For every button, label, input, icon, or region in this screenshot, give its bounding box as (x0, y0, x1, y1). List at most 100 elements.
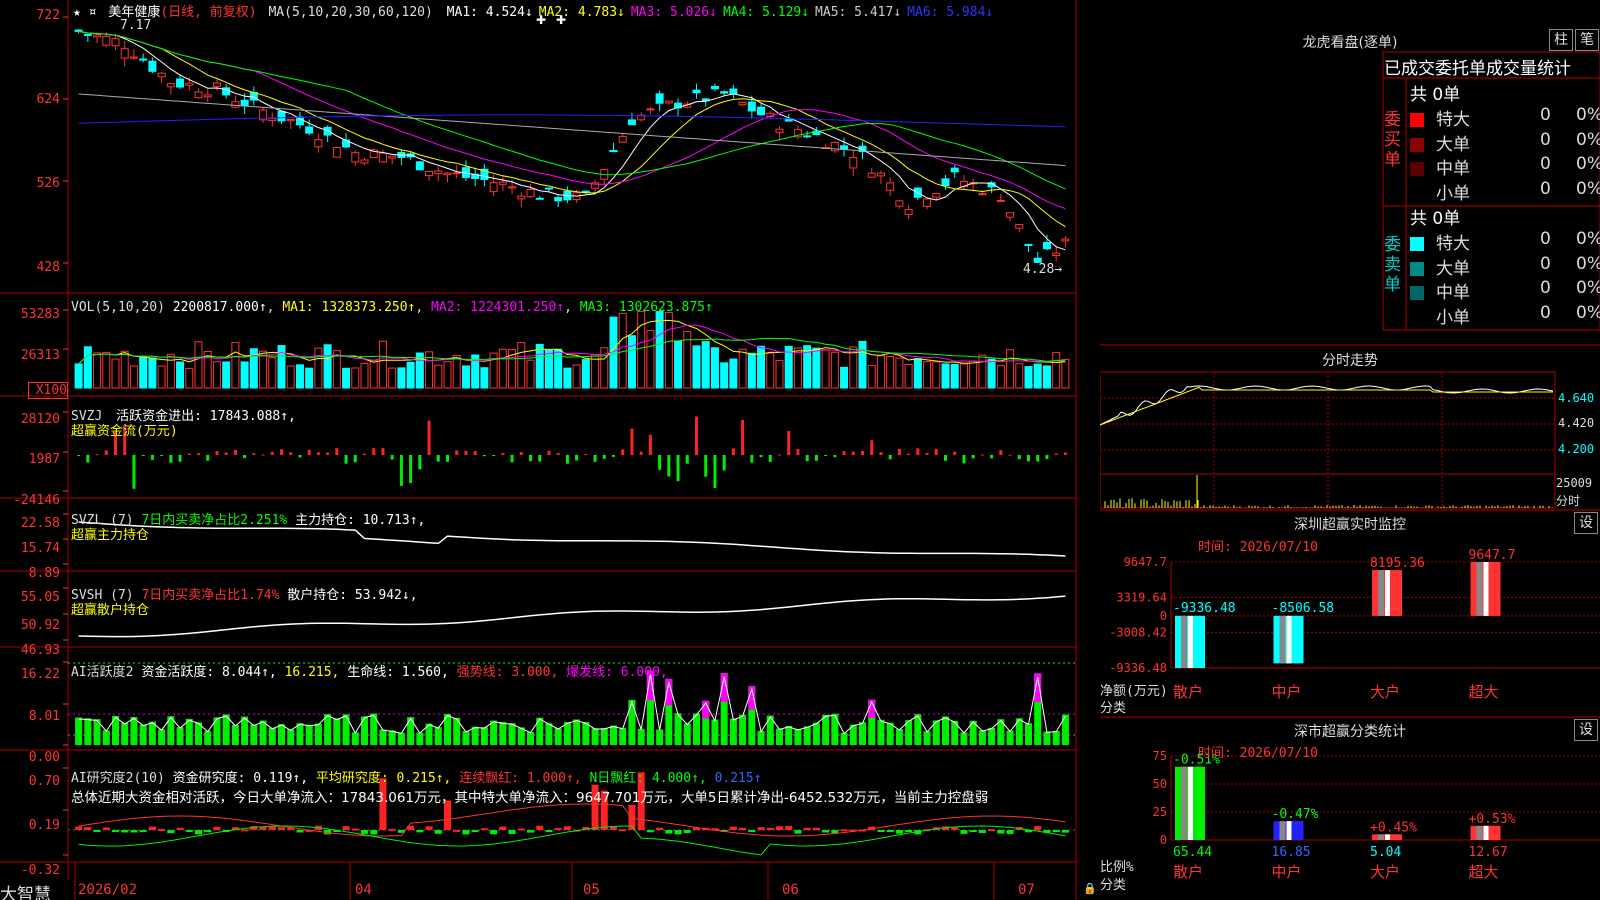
app-name[interactable]: 大智慧 (0, 880, 70, 900)
vol-bar (452, 355, 461, 389)
buy-row-qty: 0 (1540, 178, 1551, 199)
ai2-bar (840, 829, 848, 832)
vol-bar (268, 357, 277, 389)
svzj-bar (584, 453, 588, 455)
svzj-bar (335, 448, 339, 455)
sz-class-settings-button[interactable]: 设 (1574, 719, 1598, 741)
ai1-bar (757, 730, 765, 745)
candle-body (1061, 238, 1070, 242)
svzj-bar (621, 449, 625, 455)
vol-bar (867, 364, 876, 389)
buy-row-pct: 0% (1576, 129, 1600, 150)
ai1-bar (517, 727, 525, 745)
vol-bar (342, 367, 351, 389)
lhb-bar-button[interactable]: 柱 (1549, 29, 1573, 51)
ai2-bar (158, 829, 166, 832)
sz-monitor-axis-label: -3008.42 (1109, 626, 1167, 640)
ai2-title: AI研究度2(10) (71, 771, 165, 786)
vol-bar (498, 348, 507, 389)
ai2-bar (102, 827, 110, 830)
sz-monitor-category-label: 散户 (1173, 683, 1203, 701)
ai1-bar (591, 728, 599, 745)
kline-canvas[interactable]: ✚ ✚ (0, 0, 1100, 900)
ai2-bar (812, 827, 820, 830)
svzj-bar (1017, 455, 1021, 460)
candle-body (867, 172, 876, 178)
ai2-bar (619, 829, 627, 832)
date-label-2: 04 (355, 882, 372, 898)
vol-bar (692, 345, 701, 389)
svzj-bar (990, 455, 994, 459)
vol-bar (664, 311, 673, 389)
svzj-bar (824, 455, 828, 456)
ai2-bar (775, 826, 784, 830)
date-label-1: 2026/02 (78, 882, 138, 898)
ai2-bar (84, 827, 92, 830)
svzj-bar (741, 419, 745, 455)
svzj-bar (427, 420, 431, 455)
sz-monitor-axis-label: -9336.48 (1109, 661, 1167, 675)
sz-monitor-settings-button[interactable]: 设 (1574, 512, 1598, 534)
ai1-bar (1052, 730, 1060, 745)
svzj-bar (916, 448, 920, 455)
svzj-bar (704, 455, 708, 477)
ai1-bar (204, 731, 212, 745)
ai2-bar (176, 827, 184, 830)
ai1-bar (75, 717, 83, 745)
sz-monitor-bar-shade (1181, 615, 1187, 668)
candle-body (710, 85, 719, 90)
vol-bar (102, 351, 111, 389)
svzj-bar (381, 448, 385, 455)
lock-icon[interactable]: 🔒 (1083, 882, 1097, 895)
svzj-bar (925, 452, 929, 455)
vol-bar (766, 352, 775, 389)
svzj-bar (399, 455, 403, 486)
sz-monitor-bar-shade (1476, 562, 1483, 616)
vol-bar (148, 357, 157, 389)
sz-class-ylabel: 比例% (1100, 860, 1134, 875)
sz-class-change-label: +0.45% (1370, 820, 1417, 835)
ai1-bar (268, 727, 276, 745)
ai2-bar (351, 828, 359, 831)
svzj-bar (418, 455, 422, 470)
candle-body (489, 182, 498, 193)
ai2-bar (822, 830, 830, 833)
candle-body (1042, 241, 1051, 250)
ai2-bar (646, 830, 654, 833)
sz-monitor-bar-edge (1490, 562, 1497, 616)
sz-class-bar-hilite (1483, 825, 1489, 840)
date-label-4: 06 (782, 882, 799, 898)
vol-bar (830, 351, 839, 389)
vol-bar (535, 343, 544, 389)
sz-monitor-bar-hilite (1286, 615, 1292, 664)
lhb-tick-button[interactable]: 笔 (1575, 29, 1599, 51)
svzj-bar (1045, 455, 1049, 460)
ai1-header: AI活跃度2 资金活跃度: 8.044↑, 16.215, 生命线: 1.560… (71, 661, 668, 680)
ma-value-6: MA6: 5.984↓ (907, 5, 994, 20)
candle-body (895, 200, 904, 207)
sz-class-bar-1 (1175, 766, 1205, 840)
svzl-axis-2: 15.74 (20, 541, 60, 556)
ma-line-6 (78, 114, 1066, 128)
svzj-bar (307, 449, 311, 455)
ai2-bar (111, 830, 120, 832)
kline-area[interactable]: ✚ ✚ ★ ¤ 美年健康(日线, 前复权) MA(5,10,20,30,60,12… (0, 0, 1100, 900)
sz-class-category-label: 超大 (1469, 863, 1499, 881)
ai2-bar (388, 828, 396, 831)
svzl-axis-1: 22.58 (20, 516, 60, 531)
sz-class-value-label: 5.04 (1370, 845, 1401, 860)
ai1-bar (102, 730, 110, 745)
vol-bar (360, 363, 369, 389)
intraday-title: 分时走势 (1322, 353, 1378, 369)
svzj-bar (870, 440, 874, 455)
ai2-bar (121, 830, 129, 833)
svsh-axis-3: 46.93 (20, 643, 60, 658)
ai1-bar (84, 718, 92, 745)
ai1-bar (858, 722, 867, 745)
candle-body (212, 82, 221, 88)
intraday-axis-2: 4.420 (1558, 416, 1595, 430)
vol-unit-badge[interactable]: X100 (28, 382, 68, 399)
vol-bar (1006, 349, 1015, 389)
candle-body (295, 116, 304, 126)
ai1-bar (729, 718, 737, 745)
